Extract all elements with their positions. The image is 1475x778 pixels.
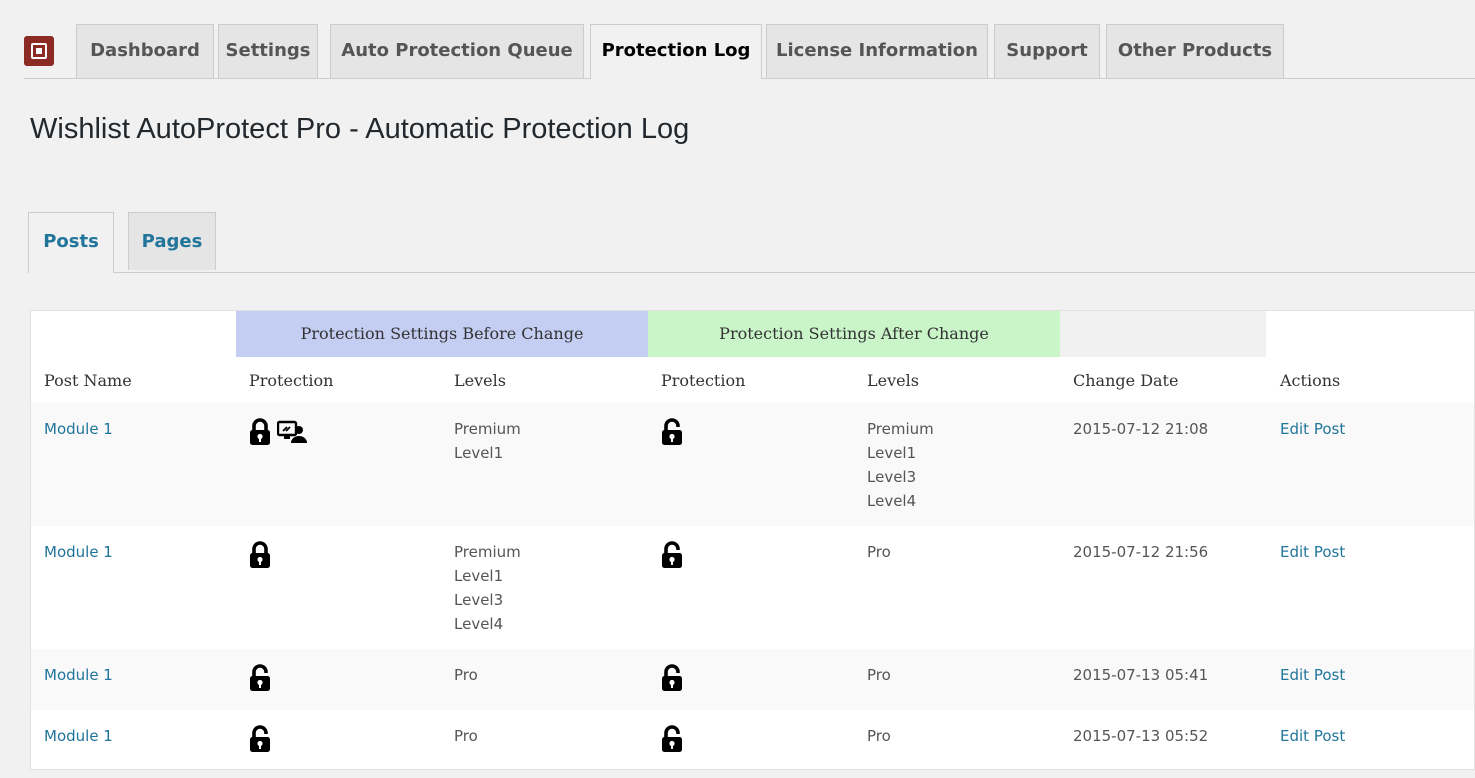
before-levels: Premium Level1 Level3 Level4 [454,540,521,636]
level-label: Pro [454,666,478,684]
level-label: Level4 [867,492,917,510]
level-label: Level3 [454,591,504,609]
post-name-link[interactable]: Module 1 [44,417,113,441]
tab-posts[interactable]: Posts [28,212,114,273]
after-change-header: Protection Settings After Change [648,311,1060,357]
lock-open-icon [249,725,271,753]
post-name-link[interactable]: Module 1 [44,540,113,564]
lock-open-icon [661,418,683,446]
before-protection-icons [249,724,271,754]
header-spacer [1060,311,1266,357]
after-protection-icons [661,724,683,754]
tab-pages[interactable]: Pages [128,212,216,270]
tab-support[interactable]: Support [994,24,1100,78]
lock-open-icon [249,664,271,692]
column-header-change-date: Change Date [1073,371,1179,390]
change-date: 2015-07-12 21:08 [1073,420,1209,438]
column-header-post-name: Post Name [44,371,132,390]
column-header-actions: Actions [1280,371,1341,390]
before-levels: Pro [454,724,478,748]
level-label: Level4 [454,615,504,633]
tab-protection-log[interactable]: Protection Log [590,24,762,79]
plugin-logo-icon[interactable] [24,36,54,66]
user-access-icon [277,420,307,444]
before-protection-icons [249,663,271,693]
level-label: Pro [867,727,891,745]
level-label: Level1 [867,444,917,462]
level-label: Pro [454,727,478,745]
before-change-header: Protection Settings Before Change [236,311,648,357]
after-levels: Pro [867,540,891,564]
tab-auto-protection-queue[interactable]: Auto Protection Queue [330,24,584,78]
level-label: Pro [867,543,891,561]
protection-log-table: Protection Settings Before Change Protec… [30,310,1475,770]
after-protection-icons [661,540,683,570]
tab-settings[interactable]: Settings [218,24,318,78]
lock-open-icon [661,725,683,753]
table-row: Module 1 Premium Level1 Premium Level1 Level3… [31,403,1474,526]
table-row: Module 1 Pro Pro 2015-07-13 05:41 Edit Post [31,649,1474,710]
column-header-after-protection: Protection [661,371,746,390]
tab-dashboard[interactable]: Dashboard [76,24,214,78]
level-label: Level3 [867,468,917,486]
level-label: Premium [454,420,521,438]
change-date: 2015-07-13 05:52 [1073,727,1209,745]
sub-tabs: Posts Pages [28,212,1475,273]
lock-closed-icon [249,418,271,446]
table-row: Module 1 Premium Level1 Level3 Level4 Pro 2015… [31,526,1474,649]
after-protection-icons [661,417,683,447]
level-label: Premium [867,420,934,438]
table-row: Module 1 Pro Pro 2015-07-13 05:52 Edit Post [31,710,1474,771]
before-levels: Premium Level1 [454,417,521,465]
lock-open-icon [661,664,683,692]
before-levels: Pro [454,663,478,687]
tab-license-information[interactable]: License Information [766,24,988,78]
change-date: 2015-07-13 05:41 [1073,666,1209,684]
after-levels: Pro [867,724,891,748]
before-protection-icons [249,540,271,570]
level-label: Level1 [454,567,504,585]
tab-other-products[interactable]: Other Products [1106,24,1284,78]
post-name-link[interactable]: Module 1 [44,724,113,748]
level-label: Level1 [454,444,504,462]
column-header-before-protection: Protection [249,371,334,390]
edit-post-link[interactable]: Edit Post [1280,540,1345,564]
post-name-link[interactable]: Module 1 [44,663,113,687]
page-title: Wishlist AutoProtect Pro - Automatic Pro… [30,113,690,145]
column-header-before-levels: Levels [454,371,506,390]
level-label: Pro [867,666,891,684]
after-protection-icons [661,663,683,693]
change-date: 2015-07-12 21:56 [1073,543,1209,561]
after-levels: Premium Level1 Level3 Level4 [867,417,934,513]
edit-post-link[interactable]: Edit Post [1280,417,1345,441]
lock-closed-icon [249,541,271,569]
after-levels: Pro [867,663,891,687]
column-header-after-levels: Levels [867,371,919,390]
top-nav: Dashboard Settings Auto Protection Queue… [24,24,1475,79]
edit-post-link[interactable]: Edit Post [1280,724,1345,748]
lock-open-icon [661,541,683,569]
edit-post-link[interactable]: Edit Post [1280,663,1345,687]
level-label: Premium [454,543,521,561]
before-protection-icons [249,417,307,447]
